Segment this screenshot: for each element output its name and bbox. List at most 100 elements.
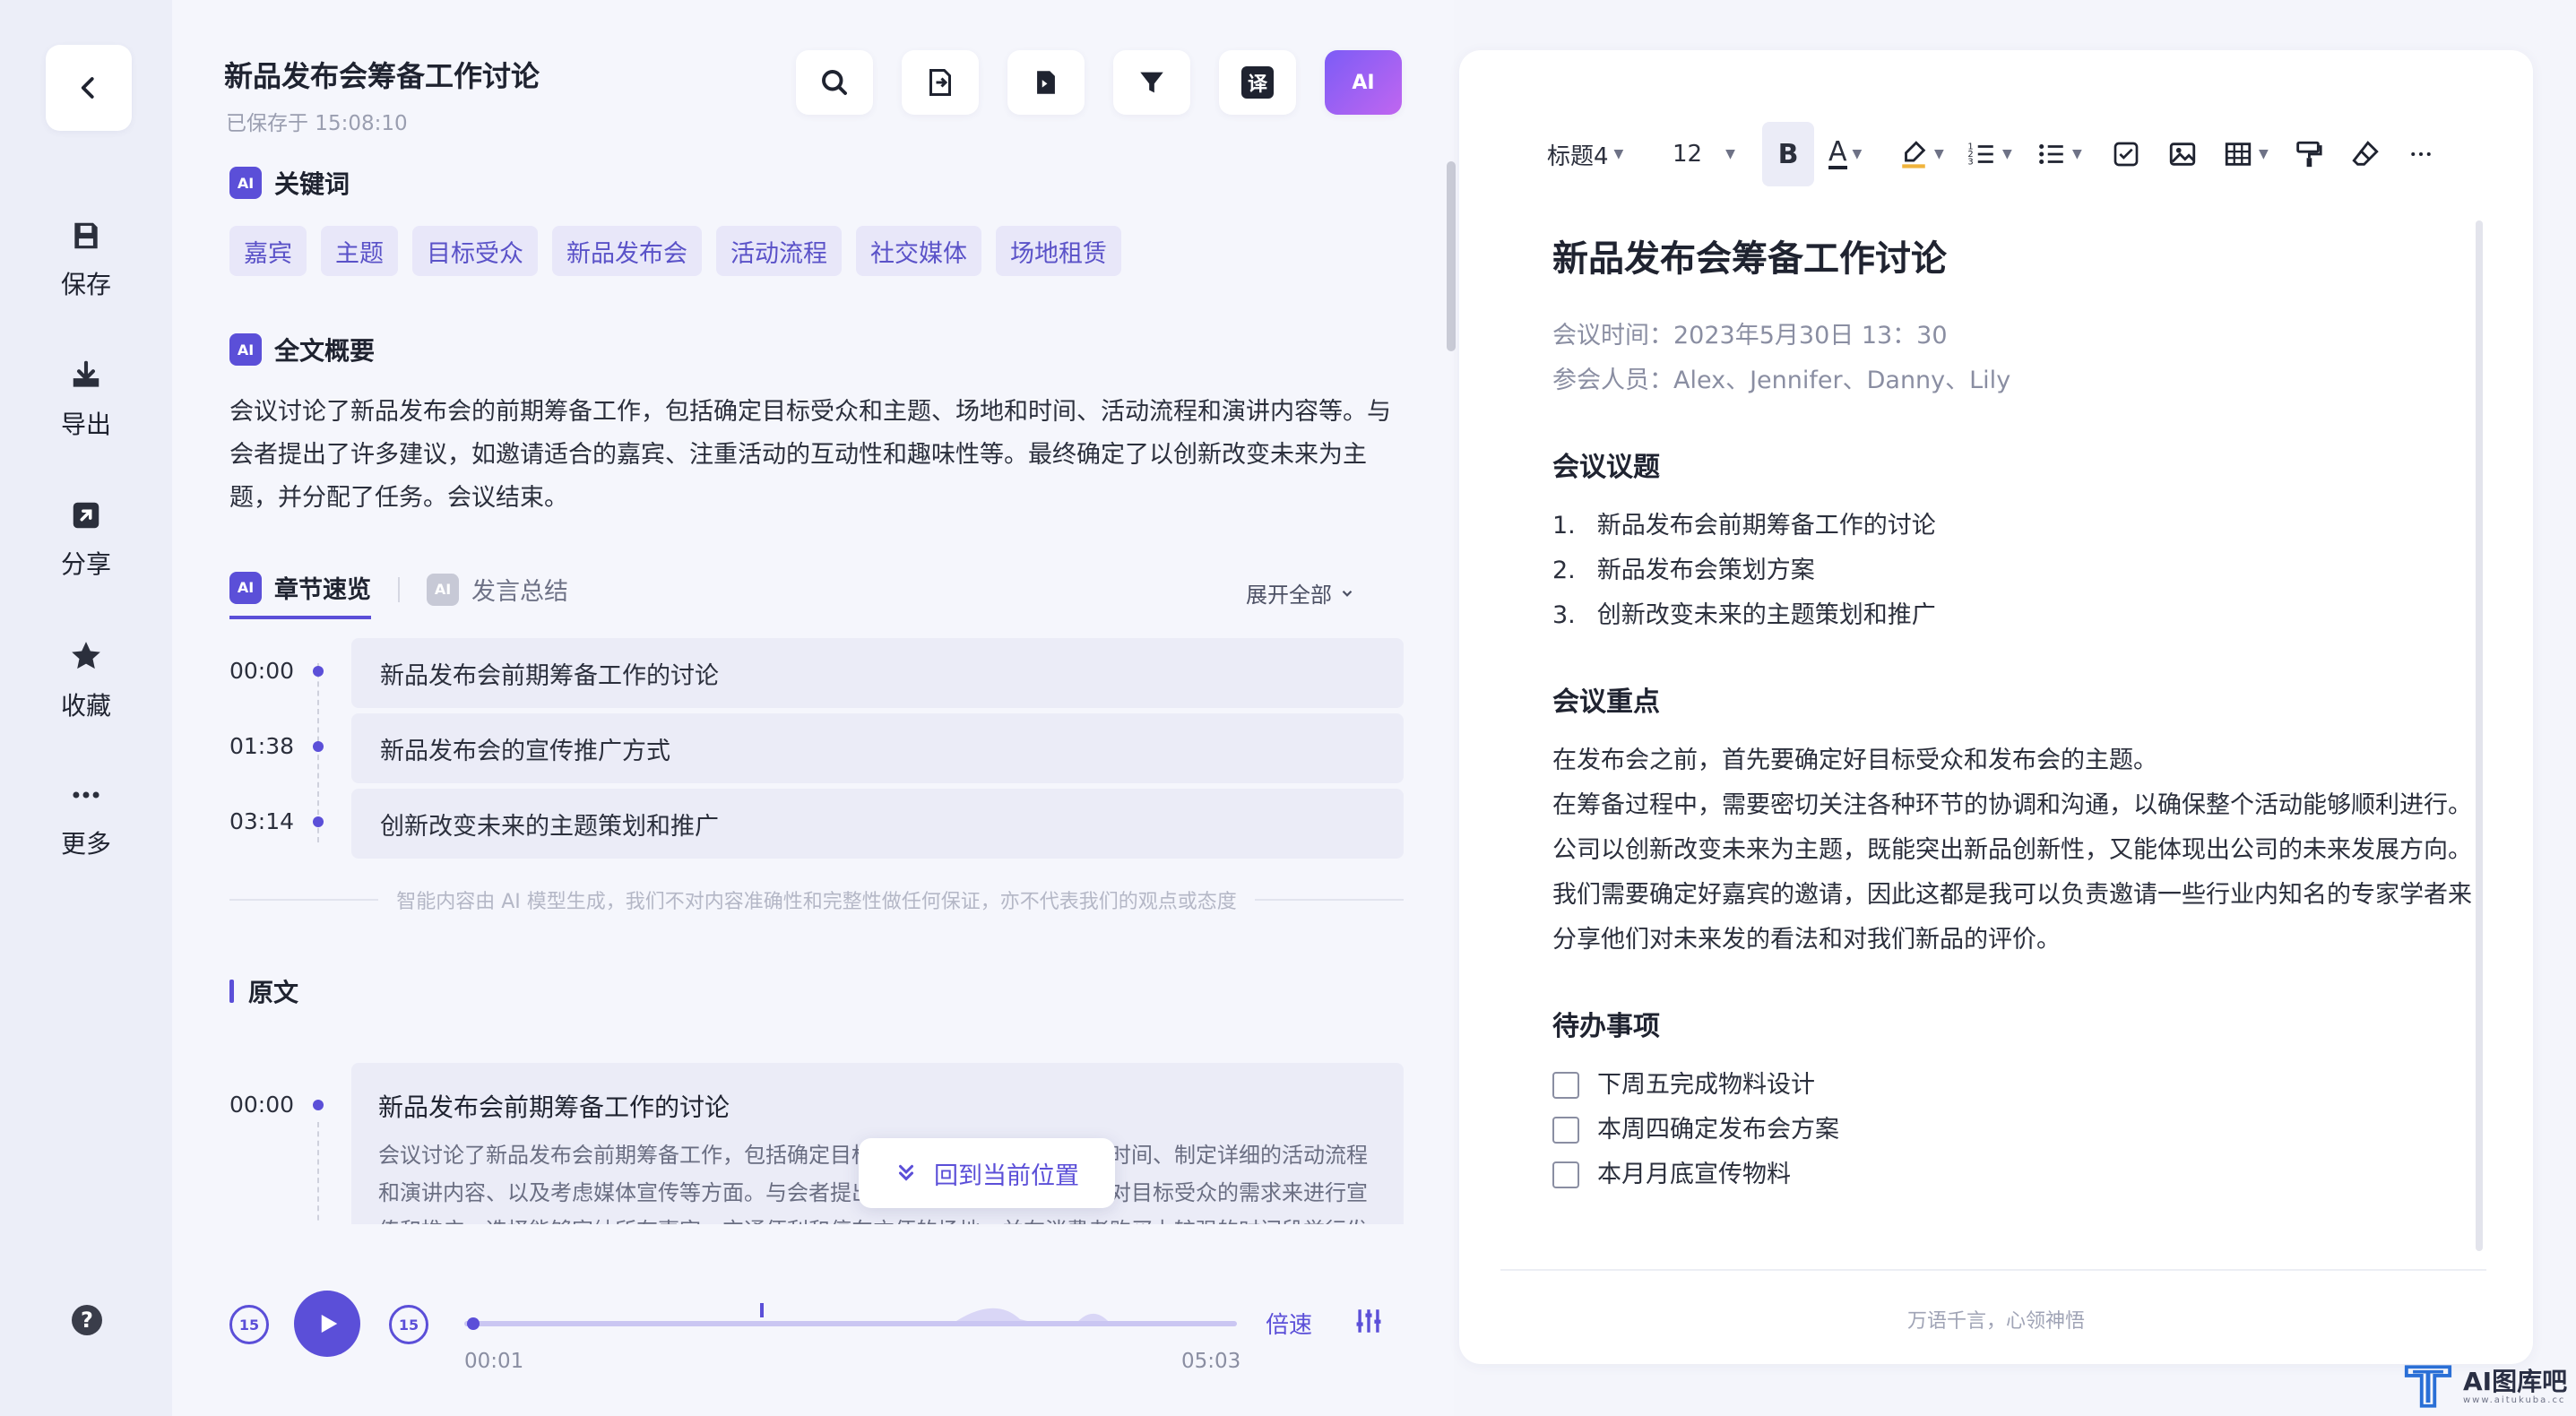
heading-select[interactable]: 标题4 ▼ bbox=[1547, 122, 1623, 186]
ai-assistant-button[interactable]: AI bbox=[1325, 50, 1402, 115]
more-icon bbox=[2411, 152, 2431, 156]
rewind-button[interactable]: 15 bbox=[229, 1305, 269, 1344]
chapter-item[interactable]: 01:38 新品发布会的宣传推广方式 bbox=[229, 712, 1404, 787]
search-icon bbox=[822, 70, 847, 95]
forward-button[interactable]: 15 bbox=[389, 1305, 428, 1344]
sidebar-item-label: 更多 bbox=[60, 829, 111, 859]
chapter-title: 新品发布会的宣传推广方式 bbox=[351, 713, 1404, 783]
scrollbar[interactable] bbox=[1447, 161, 1456, 351]
chapter-title: 创新改变未来的主题策划和推广 bbox=[351, 789, 1404, 859]
paragraph: 在发布会之前，首先要确定好目标受众和发布会的主题。 bbox=[1552, 747, 2157, 774]
checkbox[interactable] bbox=[1552, 1117, 1579, 1144]
ai-icon: AI bbox=[1352, 71, 1375, 94]
play-button[interactable] bbox=[294, 1291, 360, 1357]
search-button[interactable] bbox=[796, 50, 873, 115]
forward-icon: 15 bbox=[398, 1316, 419, 1334]
speed-button[interactable]: 倍速 bbox=[1266, 1307, 1312, 1340]
progress-track[interactable] bbox=[464, 1303, 1237, 1330]
sidebar-item-label: 导出 bbox=[60, 410, 111, 439]
sidebar-item-export[interactable]: 导出 bbox=[0, 358, 172, 441]
keypoints-heading: 会议重点 bbox=[1552, 686, 1660, 718]
expand-all-button[interactable]: 展开全部 bbox=[1246, 577, 1355, 609]
highlight-button[interactable]: ▼ bbox=[1898, 122, 1944, 186]
keyword-tag[interactable]: 主题 bbox=[321, 226, 398, 276]
keyword-tag[interactable]: 社交媒体 bbox=[856, 226, 981, 276]
double-chevron-down-icon bbox=[898, 1164, 914, 1181]
progress-knob[interactable] bbox=[466, 1317, 480, 1330]
clear-format-button[interactable] bbox=[2350, 122, 2381, 186]
share-icon bbox=[73, 502, 99, 529]
list-text: 新品发布会前期筹备工作的讨论 bbox=[1596, 512, 1936, 540]
more-options-button[interactable] bbox=[2407, 122, 2434, 186]
ordered-list-button[interactable]: 123 ▼ bbox=[1967, 122, 2012, 186]
tab-label: 章节速览 bbox=[274, 576, 371, 604]
image-icon bbox=[2169, 142, 2196, 166]
sidebar-item-save[interactable]: 保存 bbox=[0, 219, 172, 301]
keyword-tag[interactable]: 场地租赁 bbox=[996, 226, 1121, 276]
todo-text: 本周四确定发布会方案 bbox=[1597, 1116, 1839, 1144]
sidebar-item-share[interactable]: 分享 bbox=[0, 498, 172, 581]
bullet-list-button[interactable]: ▼ bbox=[2036, 122, 2082, 186]
brand-logo-icon bbox=[2404, 1365, 2452, 1408]
timeline-dot bbox=[313, 816, 324, 827]
insert-image-button[interactable] bbox=[2167, 122, 2198, 186]
ai-badge-icon: AI bbox=[229, 333, 262, 366]
editor-content[interactable]: 新品发布会筹备工作讨论 会议时间：2023年5月30日 13：30 参会人员：A… bbox=[1552, 229, 2476, 1197]
checkbox[interactable] bbox=[1552, 1072, 1579, 1099]
back-to-current-label: 回到当前位置 bbox=[934, 1161, 1079, 1190]
chapter-item[interactable]: 00:00 新品发布会前期筹备工作的讨论 bbox=[229, 636, 1404, 712]
chapter-time: 03:14 bbox=[229, 808, 295, 834]
chevron-down-icon: ▼ bbox=[1613, 147, 1624, 161]
export-button[interactable] bbox=[1007, 50, 1085, 115]
transcript-panel: 新品发布会筹备工作讨论 已保存于 15:08:10 译 AI AI 关键词 嘉宾… bbox=[172, 0, 1454, 1416]
keywords-title: 关键词 bbox=[274, 169, 350, 199]
divider bbox=[229, 899, 379, 901]
tab-speaker-summary[interactable]: AI 发言总结 bbox=[427, 572, 568, 617]
font-size-select[interactable]: 12 ▼ bbox=[1673, 122, 1735, 186]
keyword-tag[interactable]: 嘉宾 bbox=[229, 226, 307, 276]
editor-footer: 万语千言，心领神悟 bbox=[1906, 1310, 2085, 1333]
todo-item: 本月月底宣传物料 bbox=[1552, 1153, 2476, 1197]
chapter-item[interactable]: 03:14 创新改变未来的主题策划和推广 bbox=[229, 787, 1404, 862]
chevron-down-icon: ▼ bbox=[2002, 147, 2012, 161]
editor-scrollbar[interactable] bbox=[2476, 220, 2483, 1251]
editor-toolbar: 标题4 ▼ 12 ▼ B A ▼ ▼ 123 ▼ ▼ ▼ bbox=[1459, 122, 2533, 186]
font-color-button[interactable]: A ▼ bbox=[1828, 122, 1862, 186]
watermark-url: www.aitukuba.cc bbox=[2463, 1394, 2566, 1405]
doc-convert-button[interactable] bbox=[902, 50, 979, 115]
keyword-tags: 嘉宾 主题 目标受众 新品发布会 活动流程 社交媒体 场地租赁 bbox=[229, 226, 1121, 276]
tab-chapters[interactable]: AI 章节速览 bbox=[229, 570, 371, 619]
sidebar-item-more[interactable]: 更多 bbox=[0, 778, 172, 860]
keyword-tag[interactable]: 活动流程 bbox=[716, 226, 842, 276]
format-painter-icon bbox=[2296, 141, 2322, 168]
bold-button[interactable]: B bbox=[1762, 122, 1814, 186]
watermark-text: AI图库吧 www.aitukuba.cc bbox=[2463, 1368, 2567, 1405]
help-icon[interactable]: ? bbox=[72, 1305, 102, 1335]
equalizer-icon[interactable] bbox=[1353, 1305, 1384, 1337]
keyword-tag[interactable]: 目标受众 bbox=[412, 226, 538, 276]
back-to-current-button[interactable]: 回到当前位置 bbox=[859, 1138, 1115, 1208]
agenda-list: 1. 新品发布会前期筹备工作的讨论 2. 新品发布会策划方案 3. 创新改变未来的主题… bbox=[1552, 504, 2476, 638]
total-duration: 05:03 bbox=[1181, 1350, 1241, 1373]
format-painter-button[interactable] bbox=[2293, 122, 2323, 186]
tab-label: 发言总结 bbox=[471, 578, 568, 606]
checkbox[interactable] bbox=[1552, 1161, 1579, 1188]
paragraph: 在筹备过程中，需要密切关注各种环节的协调和沟通，以确保整个活动能够顺利进行。 bbox=[1552, 791, 2472, 819]
doc-convert-icon bbox=[929, 69, 951, 96]
rewind-icon: 15 bbox=[238, 1316, 260, 1334]
insert-table-button[interactable]: ▼ bbox=[2223, 122, 2269, 186]
saved-status: 已保存于 15:08:10 bbox=[226, 112, 408, 135]
sidebar-item-favorite[interactable]: 收藏 bbox=[0, 638, 172, 722]
checklist-button[interactable] bbox=[2112, 122, 2140, 186]
translate-button[interactable]: 译 bbox=[1219, 50, 1296, 115]
more-icon bbox=[73, 791, 99, 799]
note-title: 新品发布会筹备工作讨论 bbox=[1552, 238, 1947, 280]
filter-icon bbox=[1140, 72, 1163, 93]
ai-badge-icon: AI bbox=[229, 571, 262, 604]
bullet-list-icon bbox=[2039, 143, 2063, 165]
filter-button[interactable] bbox=[1113, 50, 1190, 115]
keyword-tag[interactable]: 新品发布会 bbox=[552, 226, 702, 276]
transcript-block[interactable]: 00:00 新品发布会前期筹备工作的讨论 会议讨论了新品发布会前期筹备工作，包括… bbox=[229, 1063, 1404, 1224]
list-item: 1. 新品发布会前期筹备工作的讨论 bbox=[1552, 504, 2476, 548]
back-button[interactable] bbox=[46, 45, 132, 131]
